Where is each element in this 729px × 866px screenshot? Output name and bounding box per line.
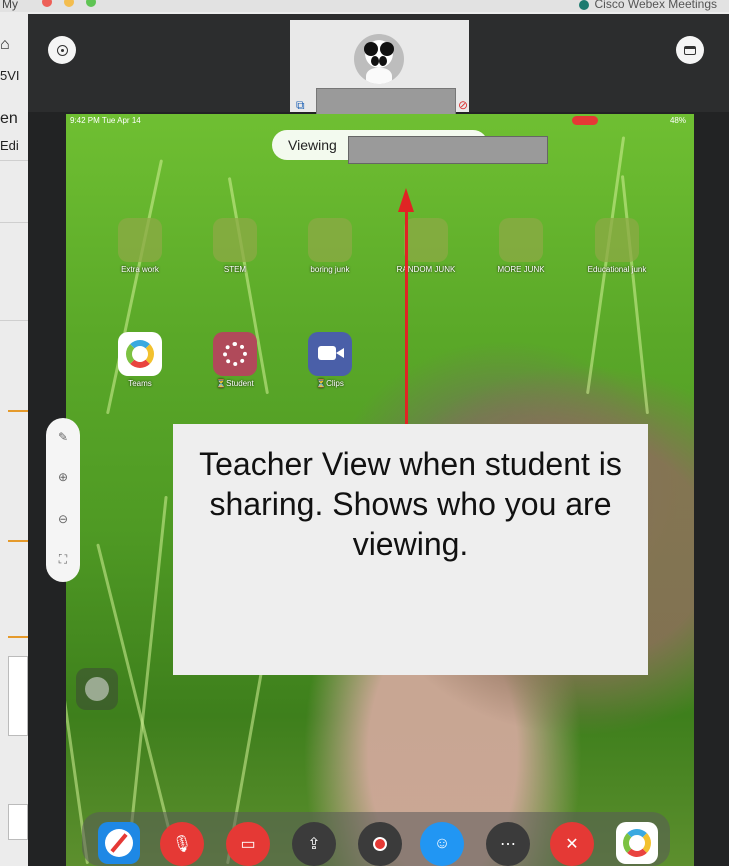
app-label: ⏳Clips: [316, 379, 344, 388]
viewing-label: Viewing: [288, 137, 337, 153]
mac-menu-bar: My Cisco Webex Meetings: [0, 0, 729, 12]
side-divider: [0, 222, 28, 223]
pen-icon[interactable]: ✎: [46, 430, 80, 444]
side-fragment-2: en: [0, 110, 18, 127]
participants-button[interactable]: ☺: [420, 822, 464, 866]
participant-tile[interactable]: ⧉ ⊘: [290, 20, 469, 116]
home-icon[interactable]: ⌂: [0, 36, 10, 54]
mute-button[interactable]: 🎙: [160, 822, 204, 866]
folder-label: MORE JUNK: [497, 265, 545, 274]
side-divider: [0, 160, 28, 161]
student-app-icon[interactable]: [213, 332, 257, 376]
mute-icon: 🎙: [171, 836, 193, 853]
folder-label: RANDOM JUNK: [396, 265, 456, 274]
annotation-arrow-head: [398, 188, 414, 212]
teams-app-icon[interactable]: [118, 332, 162, 376]
share-button[interactable]: ⇪: [292, 822, 336, 866]
status-time: 9:42 PM Tue Apr 14: [70, 116, 141, 125]
info-icon: [56, 44, 68, 56]
stop-video-button[interactable]: ▭: [226, 822, 270, 866]
side-divider: [0, 320, 28, 321]
annotation-note: Teacher View when student is sharing. Sh…: [173, 424, 648, 675]
teams-dock-icon[interactable]: [616, 822, 658, 864]
participants-icon: ☺: [433, 835, 451, 852]
folder-label: Extra work: [121, 265, 159, 274]
recording-indicator: [572, 116, 598, 125]
fit-icon[interactable]: ⛶: [46, 552, 80, 567]
annotation-text: Teacher View when student is sharing. Sh…: [199, 446, 622, 562]
assistive-touch-button[interactable]: [76, 668, 118, 710]
close-window-icon[interactable]: [42, 0, 52, 7]
share-icon: ⧉: [296, 98, 305, 112]
app-label: ⏳Student: [216, 379, 254, 388]
info-button[interactable]: [48, 36, 76, 64]
folder-label: boring junk: [310, 265, 350, 274]
folder-educational-junk[interactable]: [595, 218, 639, 262]
side-fragment-3: Edi: [0, 138, 19, 153]
mute-icon: ⊘: [458, 98, 469, 112]
side-accent: [8, 636, 28, 638]
record-icon: [373, 837, 387, 851]
ipad-status-bar: 9:42 PM Tue Apr 14 48%: [66, 114, 694, 128]
webex-title-text: Cisco Webex Meetings: [594, 0, 718, 11]
folder-more-junk[interactable]: [499, 218, 543, 262]
zoom-panel: ✎ ⊕ ⊖ ⛶: [46, 418, 80, 582]
layout-icon: [684, 45, 696, 55]
leave-meeting-button[interactable]: ✕: [550, 822, 594, 866]
more-options-button[interactable]: ⋯: [486, 822, 530, 866]
zoom-out-icon[interactable]: ⊖: [46, 512, 80, 526]
zoom-in-icon[interactable]: ⊕: [46, 470, 80, 484]
layout-button[interactable]: [676, 36, 704, 64]
video-off-icon: ▭: [240, 836, 256, 853]
side-panel: [8, 804, 28, 840]
webex-logo-icon: [578, 0, 589, 10]
folder-extra-work[interactable]: [118, 218, 162, 262]
folder-label: Educational junk: [587, 265, 647, 274]
folder-stem[interactable]: [213, 218, 257, 262]
minimize-window-icon[interactable]: [64, 0, 74, 7]
avatar: [354, 34, 404, 84]
screenshot-root: My Cisco Webex Meetings ⌂ 5VI en Edi ⧉ ⊘…: [0, 0, 729, 866]
fullscreen-window-icon[interactable]: [86, 0, 96, 7]
battery-level: 48%: [669, 116, 686, 125]
share-screen-icon: ⇪: [307, 836, 321, 853]
folder-boring-junk[interactable]: [308, 218, 352, 262]
app-label: Teams: [128, 379, 152, 388]
leave-icon: ✕: [565, 836, 579, 853]
side-accent: [8, 540, 28, 542]
side-panel: [8, 656, 28, 736]
record-button[interactable]: [358, 822, 402, 866]
more-icon: ⋯: [500, 836, 516, 853]
folder-label: STEM: [223, 265, 247, 274]
safari-app-icon[interactable]: [98, 822, 140, 864]
viewing-name-redacted: [348, 136, 548, 164]
participant-name-redacted: [316, 88, 456, 116]
side-accent: [8, 410, 28, 412]
clips-app-icon[interactable]: [308, 332, 352, 376]
menu-app-name: My: [2, 0, 18, 11]
folder-random-junk[interactable]: [404, 218, 448, 262]
side-fragment-1: 5VI: [0, 68, 20, 83]
webex-window-title: Cisco Webex Meetings: [578, 0, 718, 11]
